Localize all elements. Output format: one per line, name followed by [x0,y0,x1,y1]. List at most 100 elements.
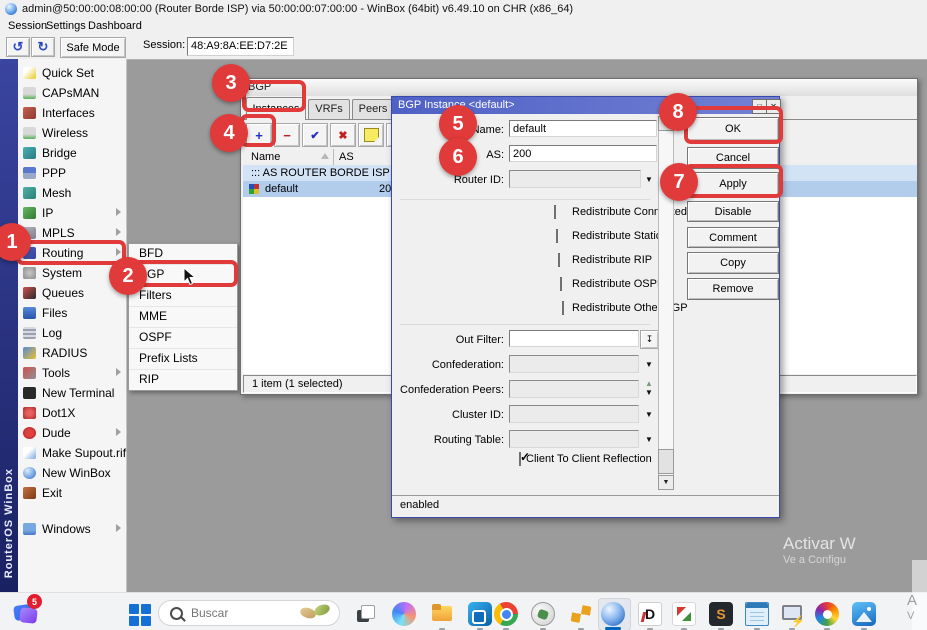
sidebar-item-ip[interactable]: IP [18,203,126,223]
step-7-badge: 7 [660,163,698,201]
router-id-label: Router ID: [396,174,504,187]
remote-desktop-icon[interactable] [780,602,804,626]
scanner-app-icon[interactable] [672,602,696,626]
submenu-arrow-icon [116,228,121,236]
task-view-icon[interactable] [354,602,378,626]
screen: admin@50:00:00:08:00:00 (Router Borde IS… [0,0,927,630]
log-icon [23,327,36,339]
as-field[interactable] [509,145,657,162]
redistribute-ospf-checkbox[interactable] [560,277,562,291]
disable-x-icon[interactable]: ✖ [330,123,356,147]
copilot-icon[interactable] [392,602,416,626]
scrollbar-thumb[interactable] [658,449,674,474]
routing-table-field[interactable] [509,430,639,448]
out-filter-field[interactable] [509,330,639,347]
redo-icon[interactable]: ↻ [31,37,55,57]
confederation-peers-label: Confederation Peers: [396,384,504,397]
sidebar-item-new-winbox[interactable]: New WinBox [18,463,126,483]
remove-icon[interactable]: − [274,123,300,147]
spinner-down-icon[interactable]: ▼ [645,389,653,397]
column-as[interactable]: AS [339,149,354,165]
sidebar-item-queues[interactable]: Queues [18,283,126,303]
disable-button[interactable]: Disable [687,201,779,222]
dropdown-arrow-icon[interactable]: ▼ [645,176,653,184]
redistribute-static-checkbox[interactable] [556,229,558,243]
divider [400,324,650,325]
sidebar-item-new-terminal[interactable]: New Terminal [18,383,126,403]
sidebar-item-windows[interactable]: Windows [18,519,126,539]
d-app-icon[interactable] [638,602,662,626]
file-explorer-icon[interactable] [430,602,454,626]
dropdown-list-icon[interactable]: ↧ [640,330,659,349]
session-label: Session: [143,39,185,51]
confederation-peers-field[interactable] [509,380,639,398]
gns3-icon[interactable] [569,602,593,626]
sidebar-item-wireless[interactable]: Wireless [18,123,126,143]
winbox-taskbar-icon[interactable] [601,602,625,626]
comment-button[interactable]: Comment [687,227,779,248]
sidebar-item-dot1x[interactable]: Dot1X [18,403,126,423]
sidebar-item-bridge[interactable]: Bridge [18,143,126,163]
step-4-badge: 4 [210,114,248,152]
session-field[interactable]: 48:A9:8A:EE:D7:2E [187,37,294,56]
redistribute-connected-checkbox[interactable] [554,205,556,219]
photos-icon[interactable] [852,602,876,626]
scroll-down-icon[interactable]: ▼ [658,475,674,490]
client-reflection-checkbox[interactable] [519,452,521,466]
routing-submenu-filters[interactable]: Filters [129,286,237,307]
color-wheel-icon[interactable] [815,602,839,626]
files-icon [23,307,36,319]
start-button[interactable] [129,604,151,626]
supout-file-icon [23,447,36,459]
enable-check-icon[interactable]: ✔ [302,123,328,147]
routing-submenu-rip[interactable]: RIP [129,370,237,390]
dropdown-arrow-icon[interactable]: ▼ [645,361,653,369]
sidebar-item-ppp[interactable]: PPP [18,163,126,183]
tab-vrfs[interactable]: VRFs [308,99,350,119]
tab-peers[interactable]: Peers [352,99,394,119]
sidebar-item-quick-set[interactable]: Quick Set [18,63,126,83]
ppp-icon [23,167,36,179]
sidebar-item-radius[interactable]: RADIUS [18,343,126,363]
sidebar-item-make-supout[interactable]: Make Supout.rif [18,443,126,463]
sidebar-item-dude[interactable]: Dude [18,423,126,443]
cluster-id-field[interactable] [509,405,639,423]
routing-submenu-prefix-lists[interactable]: Prefix Lists [129,349,237,370]
redistribute-other-bgp-checkbox[interactable] [562,301,564,315]
chrome-icon[interactable] [494,602,518,626]
confederation-label: Confederation: [396,359,504,372]
sublime-text-icon[interactable] [709,602,733,626]
virtualbox-icon[interactable] [531,602,555,626]
column-name[interactable]: Name [251,149,280,165]
routing-submenu-ospf[interactable]: OSPF [129,328,237,349]
notepad-icon[interactable] [745,602,769,626]
annotation-box-ok [684,106,783,144]
sidebar-item-interfaces[interactable]: Interfaces [18,103,126,123]
sidebar-item-tools[interactable]: Tools [18,363,126,383]
redistribute-rip-checkbox[interactable] [558,253,560,267]
sidebar-item-exit[interactable]: Exit [18,483,126,503]
dropdown-arrow-icon[interactable]: ▼ [645,411,653,419]
outlook-icon[interactable] [468,602,492,626]
sidebar-item-capsman[interactable]: CAPsMAN [18,83,126,103]
comment-note-icon[interactable] [358,123,384,147]
sidebar-item-log[interactable]: Log [18,323,126,343]
copy-button[interactable]: Copy [687,252,779,274]
sidebar-item-files[interactable]: Files [18,303,126,323]
dropdown-arrow-icon[interactable]: ▼ [645,436,653,444]
router-id-field[interactable] [509,170,641,188]
safe-mode-button[interactable]: Safe Mode [60,37,126,58]
undo-icon[interactable]: ↺ [6,37,30,57]
annotation-box-instances [242,80,306,112]
tools-icon [23,367,36,379]
sidebar-item-mesh[interactable]: Mesh [18,183,126,203]
remove-button[interactable]: Remove [687,278,779,300]
name-field[interactable] [509,120,657,137]
routing-submenu-mme[interactable]: MME [129,307,237,328]
dot1x-icon [23,407,36,419]
menu-dashboard[interactable]: Dashboard [84,19,146,34]
menu-settings[interactable]: Settings [42,19,90,34]
confederation-field[interactable] [509,355,639,373]
wireless-icon [23,127,36,139]
spinner-up-icon[interactable]: ▲ [645,380,653,388]
